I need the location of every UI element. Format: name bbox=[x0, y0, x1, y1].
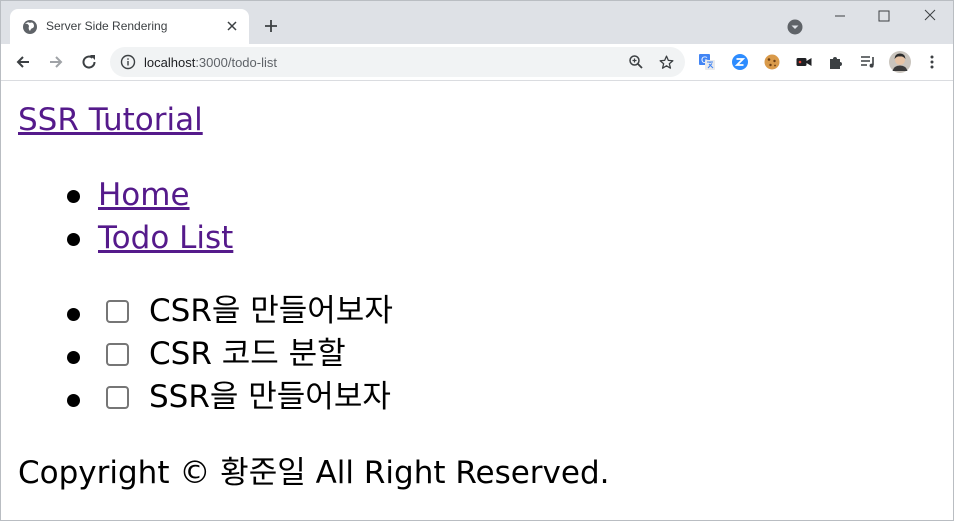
tab-title: Server Side Rendering bbox=[46, 19, 168, 33]
todo-checkbox[interactable] bbox=[106, 300, 129, 323]
bullet bbox=[67, 190, 80, 203]
reload-icon[interactable] bbox=[79, 52, 99, 72]
url-text[interactable]: localhost:3000/todo-list bbox=[144, 55, 277, 70]
browser-tab[interactable]: Server Side Rendering bbox=[10, 9, 249, 44]
url-path: :3000/todo-list bbox=[195, 55, 277, 70]
chevron-down-icon[interactable] bbox=[787, 19, 803, 35]
nav-item-todo-list: Todo List bbox=[1, 217, 701, 260]
todo-list: CSR을 만들어보자 CSR 코드 분할 SSR을 만들어보자 bbox=[1, 292, 701, 421]
info-icon[interactable] bbox=[120, 54, 136, 70]
minimize-icon[interactable] bbox=[830, 7, 850, 25]
todo-text: CSR을 만들어보자 bbox=[149, 293, 393, 329]
address-bar[interactable]: localhost:3000/todo-list bbox=[110, 47, 685, 77]
site-title-link[interactable]: SSR Tutorial bbox=[18, 101, 203, 139]
arrow-right-icon[interactable] bbox=[46, 52, 66, 72]
zoom-app-icon[interactable] bbox=[731, 53, 749, 71]
footer-copyright: Copyright © 황준일 All Right Reserved. bbox=[18, 455, 610, 491]
star-icon[interactable] bbox=[658, 54, 675, 71]
page-content: SSR Tutorial Home Todo List CSR을 만들어보자 C… bbox=[1, 81, 953, 520]
nav-link-home[interactable]: Home bbox=[98, 174, 190, 217]
bullet bbox=[67, 394, 80, 407]
todo-checkbox[interactable] bbox=[106, 386, 129, 409]
translate-icon[interactable]: G bbox=[698, 53, 716, 71]
toolbar: localhost:3000/todo-list G bbox=[1, 44, 953, 81]
todo-text: SSR을 만들어보자 bbox=[149, 379, 391, 415]
avatar[interactable] bbox=[889, 51, 911, 73]
bullet bbox=[67, 351, 80, 364]
todo-item: CSR을 만들어보자 bbox=[1, 292, 701, 335]
kebab-menu-icon[interactable] bbox=[923, 53, 941, 71]
media-queue-icon[interactable] bbox=[859, 53, 877, 71]
nav-list: Home Todo List bbox=[1, 174, 701, 260]
todo-item: SSR을 만들어보자 bbox=[1, 378, 701, 421]
camera-icon[interactable] bbox=[795, 53, 813, 71]
tab-strip: Server Side Rendering bbox=[1, 1, 953, 44]
window-close-icon[interactable] bbox=[920, 7, 940, 25]
url-host: localhost bbox=[144, 55, 196, 70]
todo-text: CSR 코드 분할 bbox=[149, 336, 346, 372]
arrow-left-icon[interactable] bbox=[13, 52, 33, 72]
bullet bbox=[67, 233, 80, 246]
plus-icon[interactable] bbox=[262, 17, 280, 35]
nav-item-home: Home bbox=[1, 174, 701, 217]
globe-icon bbox=[23, 20, 37, 34]
zoom-icon[interactable] bbox=[628, 54, 644, 70]
todo-checkbox[interactable] bbox=[106, 343, 129, 366]
browser-window: Server Side Rendering localhost:3000/tod… bbox=[0, 0, 954, 521]
maximize-icon[interactable] bbox=[874, 7, 894, 25]
close-icon[interactable] bbox=[224, 18, 240, 34]
puzzle-icon[interactable] bbox=[827, 53, 845, 71]
cookie-icon[interactable] bbox=[763, 53, 781, 71]
nav-link-todo-list[interactable]: Todo List bbox=[98, 217, 233, 260]
bullet bbox=[67, 308, 80, 321]
todo-item: CSR 코드 분할 bbox=[1, 335, 701, 378]
